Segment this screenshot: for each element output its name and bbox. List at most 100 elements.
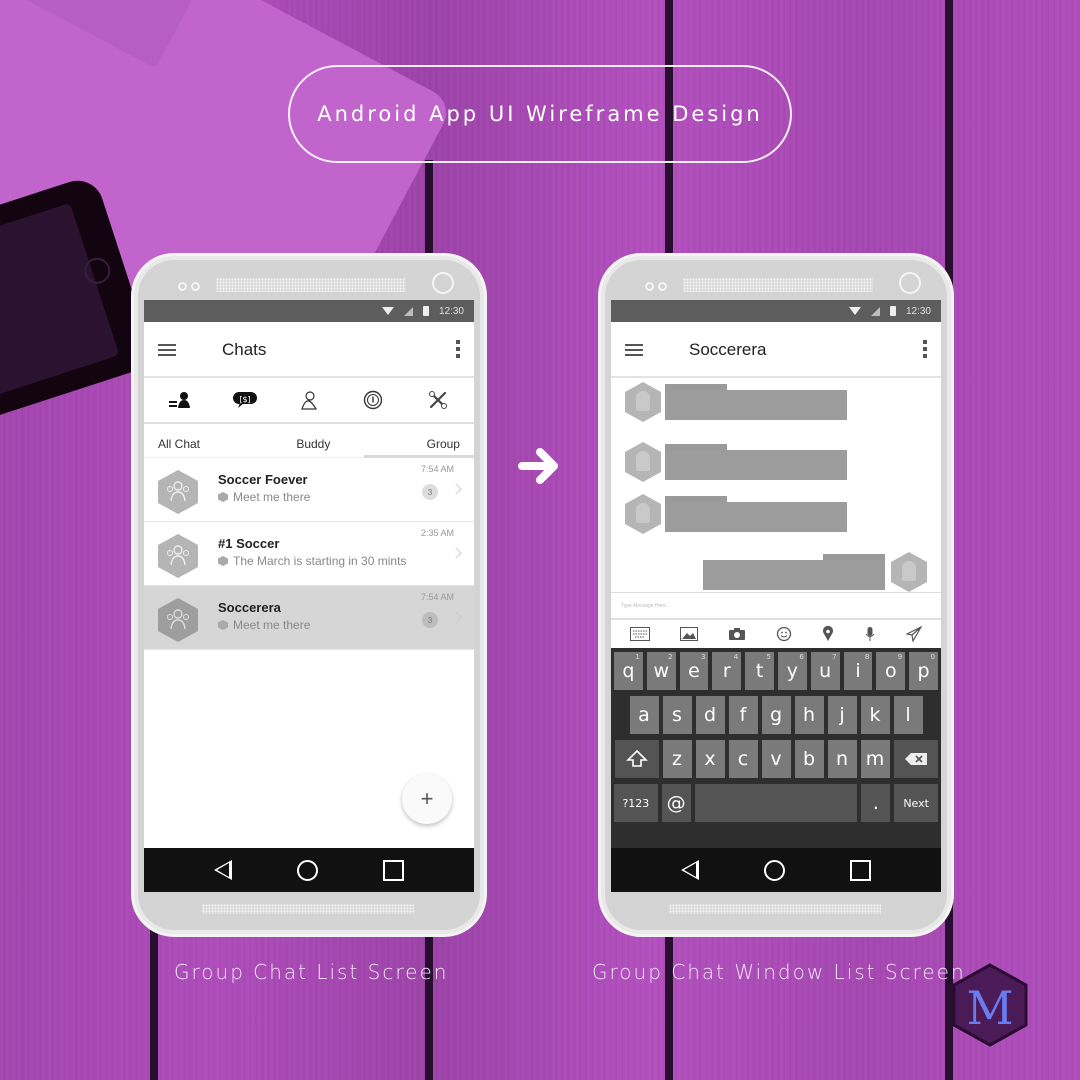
- message-input[interactable]: Type Message Here...: [611, 592, 941, 620]
- key-y[interactable]: y6: [778, 652, 807, 690]
- key-l[interactable]: l: [893, 696, 923, 734]
- key-o[interactable]: o9: [876, 652, 906, 690]
- more-options-icon[interactable]: [923, 340, 927, 358]
- key-v[interactable]: v: [761, 740, 791, 778]
- keyboard-row-4: ?123 @ . Next: [614, 784, 938, 822]
- unread-badge: 3: [422, 612, 438, 628]
- emoji-icon[interactable]: [776, 626, 792, 642]
- top-speaker: [216, 278, 406, 292]
- phone-chat-screen: 12:30 Soccerera Type Message Here... q 1…: [601, 256, 951, 934]
- tab-all-chat[interactable]: All Chat: [158, 437, 200, 451]
- key-f[interactable]: f: [728, 696, 758, 734]
- key-c[interactable]: c: [728, 740, 758, 778]
- shift-key[interactable]: [614, 740, 659, 778]
- recents-icon[interactable]: [382, 859, 404, 881]
- microphone-icon[interactable]: [864, 626, 876, 642]
- recents-icon[interactable]: [849, 859, 871, 881]
- home-icon[interactable]: [763, 859, 785, 881]
- key-z[interactable]: z: [662, 740, 692, 778]
- android-nav-bar: [144, 848, 474, 892]
- period-key[interactable]: .: [861, 784, 891, 822]
- key-j[interactable]: j: [827, 696, 857, 734]
- chat-title: Soccerera: [689, 340, 767, 359]
- chat-preview: Meet me there: [218, 618, 310, 632]
- next-key[interactable]: Next: [894, 784, 938, 822]
- info-icon[interactable]: [360, 389, 386, 411]
- own-avatar-icon: [891, 552, 927, 592]
- more-options-icon[interactable]: [456, 340, 460, 358]
- key-b[interactable]: b: [794, 740, 824, 778]
- contacts-icon[interactable]: [167, 389, 193, 411]
- tab-group[interactable]: Group: [427, 437, 460, 451]
- chat-preview-text: Meet me there: [233, 490, 311, 504]
- key-t[interactable]: t5: [745, 652, 774, 690]
- key-i[interactable]: i8: [843, 652, 873, 690]
- group-avatar-icon: [158, 470, 198, 514]
- chat-list-item[interactable]: Soccer Foever Meet me there 7:54 AM 3: [144, 458, 474, 522]
- incoming-message-bubble: [665, 390, 847, 420]
- back-icon[interactable]: [214, 860, 233, 880]
- key-p[interactable]: p0: [909, 652, 938, 690]
- sensor-dots: [178, 282, 200, 291]
- key-m[interactable]: m: [860, 740, 890, 778]
- camera-icon[interactable]: [728, 627, 746, 641]
- menu-icon[interactable]: [625, 344, 643, 356]
- chevron-right-icon: [450, 547, 462, 559]
- chat-preview: The March is starting in 30 mints: [218, 554, 406, 568]
- sender-hex-icon: [218, 492, 228, 502]
- location-icon[interactable]: [822, 626, 834, 642]
- chat-time: 7:54 AM: [420, 592, 454, 602]
- wifi-icon: [381, 307, 394, 315]
- image-icon[interactable]: [680, 627, 698, 641]
- incoming-message-bubble: [665, 502, 847, 532]
- chat-list-item[interactable]: #1 Soccer The March is starting in 30 mi…: [144, 522, 474, 586]
- menu-icon[interactable]: [158, 344, 176, 356]
- space-key[interactable]: [694, 784, 858, 822]
- key-n[interactable]: n: [827, 740, 857, 778]
- profile-icon[interactable]: [296, 389, 322, 411]
- key-h[interactable]: h: [794, 696, 824, 734]
- key-w[interactable]: w2: [646, 652, 676, 690]
- category-icon-row: [$]: [144, 378, 474, 424]
- sender-hex-icon: [218, 556, 228, 566]
- sender-avatar-icon: [625, 442, 661, 482]
- settings-tools-icon[interactable]: [425, 389, 451, 411]
- brand-logo: M: [952, 963, 1028, 1047]
- key-g[interactable]: g: [761, 696, 791, 734]
- svg-text:[$]: [$]: [239, 395, 250, 404]
- key-r[interactable]: r4: [712, 652, 742, 690]
- sender-avatar-icon: [625, 382, 661, 422]
- chat-name: #1 Soccer: [218, 536, 280, 551]
- app-title: Chats: [222, 340, 267, 359]
- chat-bubble-icon[interactable]: [$]: [232, 389, 258, 411]
- tab-buddy[interactable]: Buddy: [296, 437, 330, 451]
- page-title: Android App UI Wireframe Design: [288, 65, 792, 163]
- home-icon[interactable]: [296, 859, 318, 881]
- chat-list-item-selected[interactable]: Soccerera Meet me there 7:54 AM 3: [144, 586, 474, 650]
- backspace-key[interactable]: [893, 740, 938, 778]
- keyboard-row-1: q1w2e3r4t5y6u7i8o9p0: [614, 652, 938, 690]
- key-u[interactable]: u7: [810, 652, 840, 690]
- back-icon[interactable]: [681, 860, 700, 880]
- screen: 12:30 Chats [$] All Chat Buddy Group Soc…: [144, 300, 474, 892]
- status-time: 12:30: [905, 305, 931, 317]
- group-avatar-icon: [158, 534, 198, 578]
- keyboard-icon[interactable]: [630, 627, 650, 641]
- key-s[interactable]: s: [662, 696, 692, 734]
- send-icon[interactable]: [906, 626, 922, 642]
- chat-preview: Meet me there: [218, 490, 310, 504]
- key-a[interactable]: a: [629, 696, 659, 734]
- keyboard-row-3: zxcvbnm: [614, 740, 938, 778]
- new-chat-button[interactable]: +: [402, 774, 452, 824]
- chevron-right-icon: [450, 483, 462, 495]
- chat-preview-text: The March is starting in 30 mints: [233, 554, 407, 568]
- key-x[interactable]: x: [695, 740, 725, 778]
- key-d[interactable]: d: [695, 696, 725, 734]
- key-e[interactable]: e3: [679, 652, 709, 690]
- message-list: [611, 378, 941, 592]
- key-k[interactable]: k: [860, 696, 890, 734]
- key-q[interactable]: q1: [614, 652, 643, 690]
- at-key[interactable]: @: [661, 784, 691, 822]
- symbols-key[interactable]: ?123: [614, 784, 658, 822]
- sensor-dots: [645, 282, 667, 291]
